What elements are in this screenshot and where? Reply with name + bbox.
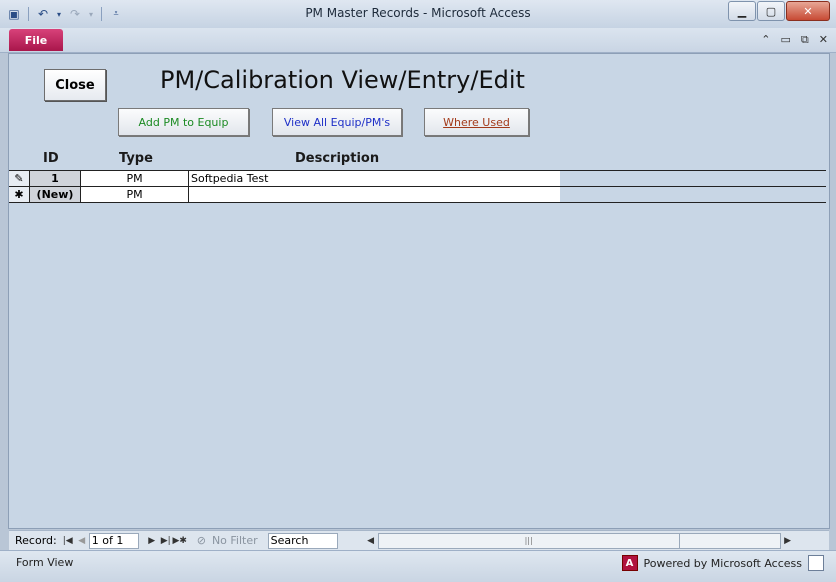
- access-logo-icon: A: [621, 555, 638, 571]
- type-cell[interactable]: PM: [81, 187, 189, 203]
- column-header-type: Type: [119, 151, 153, 166]
- minimize-document-icon[interactable]: ▭: [781, 33, 791, 47]
- first-record-icon[interactable]: |◀: [61, 534, 75, 548]
- column-header-id: ID: [43, 151, 59, 166]
- scroll-left-icon[interactable]: ◀: [364, 534, 378, 548]
- description-cell[interactable]: Softpedia Test: [189, 171, 562, 187]
- last-record-icon[interactable]: ▶|: [159, 534, 173, 548]
- scroll-track[interactable]: [679, 532, 781, 549]
- close-document-icon[interactable]: ✕: [819, 33, 828, 47]
- restore-document-icon[interactable]: ⧉: [801, 33, 809, 47]
- file-tab[interactable]: File: [9, 29, 63, 51]
- record-selector-new-icon[interactable]: ✱: [9, 187, 30, 203]
- table-row-new[interactable]: ✱ (New) PM: [9, 187, 826, 203]
- window-controls: ▁ ▢ ✕: [728, 1, 830, 21]
- where-used-button[interactable]: Where Used: [424, 108, 529, 136]
- row-filler: [560, 171, 826, 187]
- expand-ribbon-icon[interactable]: ⌃: [761, 33, 770, 47]
- page-title: PM/Calibration View/Entry/Edit: [160, 66, 525, 94]
- id-cell[interactable]: (New): [30, 187, 81, 203]
- current-record-input[interactable]: 1 of 1: [88, 532, 139, 549]
- filter-icon: ⊘: [196, 534, 206, 547]
- description-cell[interactable]: [189, 187, 562, 203]
- no-filter-label[interactable]: No Filter: [212, 534, 258, 547]
- close-button[interactable]: Close: [44, 69, 106, 101]
- record-label: Record:: [15, 534, 57, 547]
- powered-by-label: Powered by Microsoft Access: [643, 556, 802, 570]
- record-selector-edit-icon[interactable]: ✎: [9, 171, 30, 187]
- record-navigation-bar: Record: |◀ ◀ 1 of 1 ▶ ▶| ▶✱ ⊘ No Filter …: [9, 530, 829, 550]
- document-controls: ⌃ ▭ ⧉ ✕: [761, 33, 828, 47]
- id-cell[interactable]: 1: [30, 171, 81, 187]
- status-right: A Powered by Microsoft Access: [621, 555, 824, 571]
- row-filler: [560, 187, 826, 203]
- form-view-icon[interactable]: [808, 555, 824, 571]
- next-record-icon[interactable]: ▶: [145, 534, 159, 548]
- minimize-button[interactable]: ▁: [728, 1, 756, 21]
- scroll-grip-icon: |||: [524, 536, 533, 545]
- new-record-icon[interactable]: ▶✱: [172, 534, 186, 548]
- type-cell[interactable]: PM: [81, 171, 189, 187]
- view-mode-label: Form View: [16, 556, 74, 569]
- table-row[interactable]: ✎ 1 PM Softpedia Test: [9, 170, 826, 187]
- search-input[interactable]: Search: [267, 532, 338, 549]
- view-all-button[interactable]: View All Equip/PM's: [272, 108, 402, 136]
- window-title: PM Master Records - Microsoft Access: [305, 6, 531, 20]
- maximize-button[interactable]: ▢: [757, 1, 785, 21]
- scroll-right-icon[interactable]: ▶: [781, 534, 795, 548]
- add-pm-button[interactable]: Add PM to Equip: [118, 108, 249, 136]
- ribbon-bar: [0, 28, 836, 53]
- horizontal-scrollbar[interactable]: |||: [377, 532, 680, 549]
- where-used-label: Where Used: [443, 115, 510, 129]
- column-header-description: Description: [295, 151, 380, 166]
- previous-record-icon[interactable]: ◀: [75, 534, 89, 548]
- close-window-button[interactable]: ✕: [786, 1, 830, 21]
